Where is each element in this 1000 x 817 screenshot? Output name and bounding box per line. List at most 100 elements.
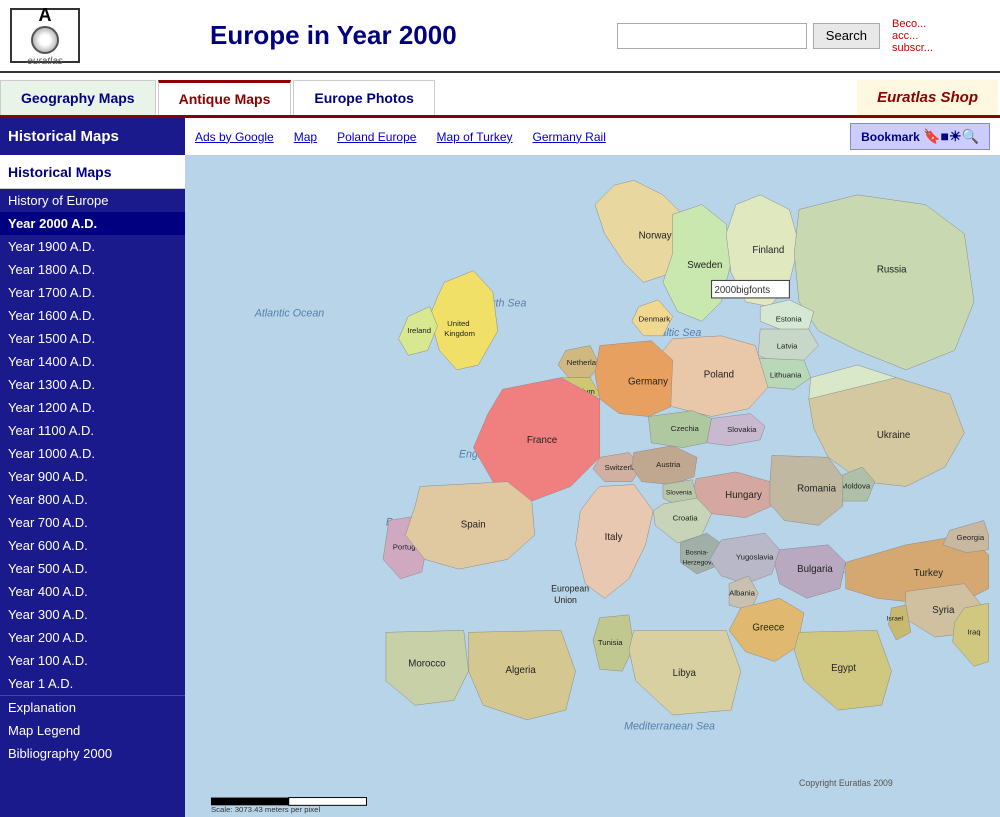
morocco-label: Morocco: [408, 658, 445, 669]
scale-text: Scale: 3073.43 meters per pixel: [211, 805, 320, 814]
lithuania-label: Lithuania: [770, 371, 802, 380]
syria-label: Syria: [932, 605, 955, 616]
albania-label: Albania: [729, 588, 756, 597]
sidebar-item-year-1500[interactable]: Year 1500 A.D.: [0, 327, 185, 350]
scale-bar-dark: [211, 798, 289, 806]
mediterranean-sea-label: Mediterranean Sea: [624, 721, 715, 733]
sidebar-item-year-2000[interactable]: Year 2000 A.D.: [0, 212, 185, 235]
sidebar-item-map-legend[interactable]: Map Legend: [0, 719, 185, 742]
ads-link-map-of-turkey[interactable]: Map of Turkey: [436, 130, 512, 144]
search-button[interactable]: Search: [813, 23, 880, 49]
sidebar-item-year-500[interactable]: Year 500 A.D.: [0, 557, 185, 580]
search-area: Search: [617, 23, 880, 49]
norway-label: Norway: [639, 231, 672, 242]
sidebar-item-year-700[interactable]: Year 700 A.D.: [0, 511, 185, 534]
libya-label: Libya: [673, 668, 697, 679]
logo-emblem: [31, 26, 59, 54]
header: A euratlas Europe in Year 2000 Search Be…: [0, 0, 1000, 73]
logo-text: euratlas: [27, 56, 63, 67]
ads-link-poland-europe[interactable]: Poland Europe: [337, 130, 416, 144]
europe-map-svg: Atlantic Ocean North Sea Baltic Sea Bay …: [185, 156, 1000, 817]
bookmark-button[interactable]: Bookmark 🔖■☀🔍: [850, 123, 990, 150]
bulgaria-label: Bulgaria: [797, 564, 833, 575]
sidebar-item-year-1700[interactable]: Year 1700 A.D.: [0, 281, 185, 304]
greece-label: Greece: [752, 622, 784, 633]
sidebar-item-year-1400[interactable]: Year 1400 A.D.: [0, 350, 185, 373]
poland-label: Poland: [704, 370, 734, 381]
romania-label: Romania: [797, 483, 836, 494]
russia-label: Russia: [877, 265, 907, 276]
ads-bar: Ads by Google Map Poland Europe Map of T…: [185, 118, 1000, 156]
main-layout: Historical Maps Historical Maps History …: [0, 118, 1000, 817]
logo-area: A euratlas: [10, 8, 190, 63]
uk-label2: Kingdom: [444, 329, 475, 338]
ads-by-google-link[interactable]: Ads by Google: [195, 130, 274, 144]
atlantic-ocean-label: Atlantic Ocean: [254, 307, 325, 319]
estonia-label: Estonia: [776, 314, 803, 323]
israel-label: Israel: [887, 616, 904, 623]
tab-shop[interactable]: Euratlas Shop: [857, 80, 998, 115]
tunisia-label: Tunisia: [598, 638, 623, 647]
sidebar-item-year-1200[interactable]: Year 1200 A.D.: [0, 396, 185, 419]
sidebar-item-year-900[interactable]: Year 900 A.D.: [0, 465, 185, 488]
sidebar-item-year-200[interactable]: Year 200 A.D.: [0, 626, 185, 649]
moldova-label: Moldova: [841, 481, 871, 490]
sidebar-item-year-800[interactable]: Year 800 A.D.: [0, 488, 185, 511]
sidebar-item-year-100[interactable]: Year 100 A.D.: [0, 649, 185, 672]
bigfonts-label: 2000bigfonts: [714, 285, 770, 296]
ads-link-map[interactable]: Map: [294, 130, 317, 144]
germany-label: Germany: [628, 376, 668, 387]
eu-label2: Union: [554, 595, 577, 605]
sidebar-item-year-1600[interactable]: Year 1600 A.D.: [0, 304, 185, 327]
czechia-label: Czechia: [671, 424, 700, 433]
logo-letter-a: A: [27, 5, 63, 26]
content-area: Ads by Google Map Poland Europe Map of T…: [185, 118, 1000, 817]
bookmark-label: Bookmark: [861, 130, 920, 144]
sidebar-inner-header: Historical Maps: [0, 156, 185, 189]
top-right-promo: Beco...acc...subscr...: [880, 18, 990, 54]
finland-label: Finland: [752, 245, 784, 256]
sidebar-item-history-of-europe[interactable]: History of Europe: [0, 189, 185, 212]
sidebar-item-explanation[interactable]: Explanation: [0, 696, 185, 719]
latvia-label: Latvia: [777, 341, 798, 350]
croatia-label: Croatia: [673, 514, 699, 523]
tab-photos[interactable]: Europe Photos: [293, 80, 435, 115]
tab-geography[interactable]: Geography Maps: [0, 80, 156, 115]
sidebar-header: Historical Maps: [0, 118, 185, 156]
sidebar-item-year-300[interactable]: Year 300 A.D.: [0, 603, 185, 626]
spain-label: Spain: [461, 519, 486, 530]
sidebar-item-bibliography-2000[interactable]: Bibliography 2000: [0, 742, 185, 765]
sidebar-item-year-1900[interactable]: Year 1900 A.D.: [0, 235, 185, 258]
sidebar-item-year-1300[interactable]: Year 1300 A.D.: [0, 373, 185, 396]
slovenia-label: Slovenia: [666, 489, 692, 496]
austria-label: Austria: [656, 460, 681, 469]
sidebar-item-year-1[interactable]: Year 1 A.D.: [0, 672, 185, 695]
ukraine-label: Ukraine: [877, 430, 911, 441]
sidebar-item-year-600[interactable]: Year 600 A.D.: [0, 534, 185, 557]
sidebar-item-year-1800[interactable]: Year 1800 A.D.: [0, 258, 185, 281]
georgia-label: Georgia: [957, 533, 985, 542]
denmark-label: Denmark: [639, 314, 671, 323]
sidebar-item-year-400[interactable]: Year 400 A.D.: [0, 580, 185, 603]
bookmark-icon: 🔖■☀🔍: [923, 128, 979, 144]
scale-bar-light: [289, 798, 367, 806]
copyright-text: Copyright Euratlas 2009: [799, 778, 893, 788]
sidebar-item-year-1000[interactable]: Year 1000 A.D.: [0, 442, 185, 465]
iraq-label: Iraq: [967, 627, 980, 636]
turkey-label: Turkey: [914, 568, 943, 579]
logo-box: A euratlas: [10, 8, 80, 63]
ads-link-germany-rail[interactable]: Germany Rail: [533, 130, 606, 144]
eu-label: European: [551, 583, 589, 593]
ireland-label: Ireland: [407, 326, 431, 335]
sweden-label: Sweden: [687, 260, 722, 271]
bookmark-area: Bookmark 🔖■☀🔍: [850, 123, 990, 150]
tab-antique[interactable]: Antique Maps: [158, 80, 292, 115]
search-input[interactable]: [617, 23, 807, 49]
france-label: France: [527, 435, 557, 446]
sidebar-item-year-1100[interactable]: Year 1100 A.D.: [0, 419, 185, 442]
map-container[interactable]: Atlantic Ocean North Sea Baltic Sea Bay …: [185, 156, 1000, 817]
sidebar: Historical Maps Historical Maps History …: [0, 118, 185, 817]
bosnia-label: Bosnia-: [685, 550, 708, 557]
uk-label: United: [447, 319, 469, 328]
italy-label: Italy: [605, 532, 623, 543]
